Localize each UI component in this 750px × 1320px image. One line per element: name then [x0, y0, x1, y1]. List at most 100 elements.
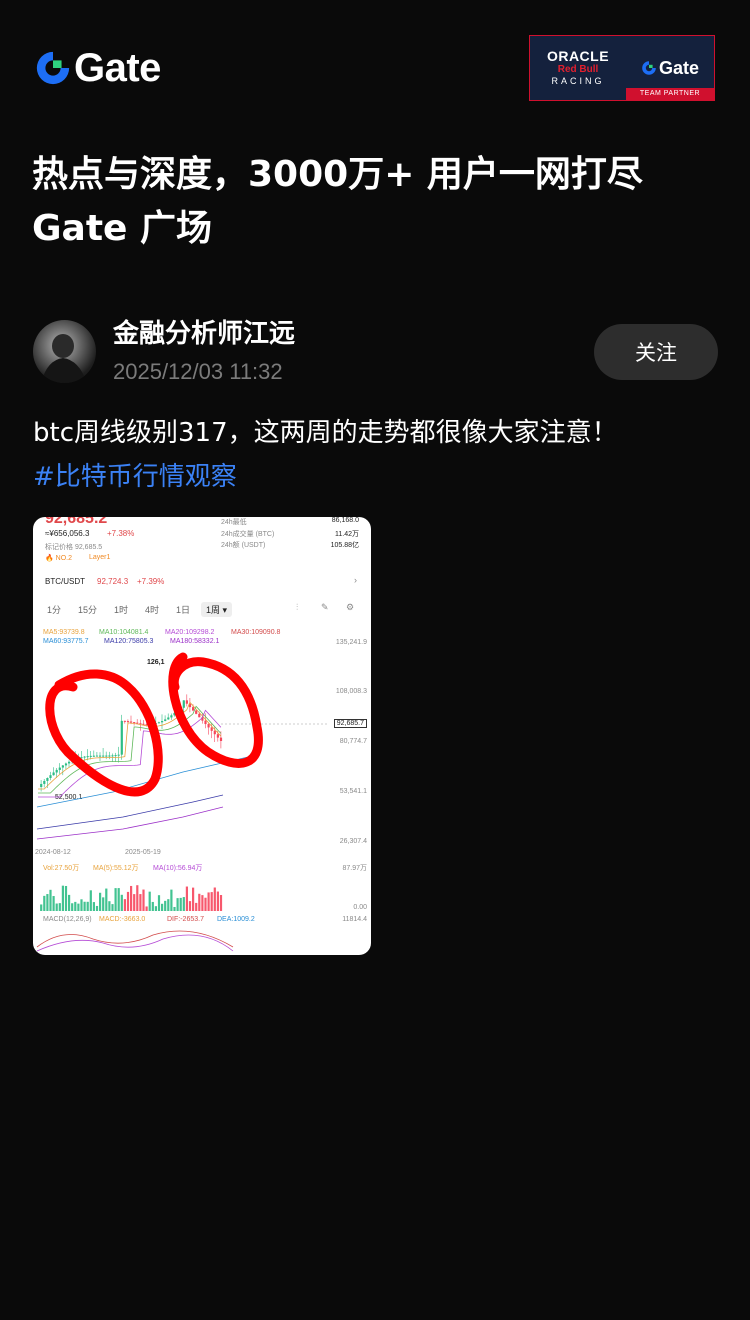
- candle-body: [117, 754, 120, 756]
- red-annotation-circle-left: [45, 669, 163, 797]
- tf-1d: 1日: [176, 605, 191, 615]
- tf-4h: 4时: [145, 605, 160, 615]
- volume-bar: [126, 891, 130, 911]
- team-partner-label: TEAM PARTNER: [626, 88, 714, 100]
- candle-body: [170, 715, 173, 718]
- volume-bar: [213, 887, 216, 911]
- volume-bar: [114, 888, 117, 911]
- candle-body: [95, 755, 99, 757]
- volume-bar: [77, 903, 80, 911]
- chevron-right-icon: ›: [354, 575, 357, 585]
- tf-15m: 15分: [78, 605, 98, 615]
- candle-body: [216, 734, 219, 738]
- chart-top-price: 92,685.2: [45, 517, 108, 527]
- red-annotation-circle-right: [168, 652, 263, 768]
- candle-body: [142, 723, 145, 725]
- indicator-icon: ⫶: [296, 602, 299, 612]
- volume-bar: [145, 906, 148, 911]
- chart-pair: BTC/USDT: [45, 577, 85, 586]
- candle-body: [46, 778, 49, 781]
- volume-bar: [64, 885, 68, 911]
- ma180-line: [36, 806, 224, 840]
- volume-bar: [167, 899, 170, 911]
- volume-bar: [173, 906, 176, 911]
- volume-bar: [182, 897, 185, 911]
- candle-body: [43, 780, 46, 784]
- post-body: btc周线级别317，这两周的走势都很像大家注意！: [33, 418, 618, 448]
- tf-1m: 1分: [47, 605, 62, 615]
- volume-bar: [148, 891, 151, 911]
- redbull-wordmark: Red Bull: [557, 64, 599, 75]
- candle-body: [130, 721, 133, 723]
- volume-bar: [46, 894, 49, 911]
- candle-body: [86, 756, 89, 758]
- volume-bar: [108, 901, 111, 911]
- candle-body: [157, 722, 161, 724]
- avatar-silhouette-icon: [41, 334, 87, 383]
- candle-body: [126, 721, 130, 723]
- candle-body: [207, 724, 210, 728]
- candle-body: [52, 772, 55, 776]
- candle-body: [167, 717, 170, 720]
- follow-button[interactable]: 关注: [594, 324, 718, 380]
- volume-bar: [192, 887, 195, 911]
- candle-body: [219, 737, 223, 741]
- post-hashtag[interactable]: #比特币行情观察: [33, 455, 237, 499]
- volume-bar: [89, 890, 92, 911]
- candle-body: [58, 767, 61, 770]
- author-avatar[interactable]: [33, 320, 96, 383]
- gate-small-logo-icon: [642, 61, 656, 75]
- volume-bar: [74, 901, 77, 911]
- page-headline: 热点与深度，3000万+ 用户一网打尽 Gate 广场: [32, 148, 722, 256]
- candle-body: [120, 720, 123, 755]
- volume-bar: [207, 892, 210, 911]
- post-image-btc-chart[interactable]: 92,685.2 ≈¥656,056.3 +7.38% 标记价格 92,685.…: [33, 517, 371, 955]
- chart-change: +7.38%: [107, 529, 135, 538]
- volume-bar: [105, 888, 108, 911]
- candle-body: [185, 700, 188, 704]
- gate-logo-icon: [36, 51, 70, 85]
- ma60-line: [36, 756, 249, 808]
- volume-bar: [157, 895, 161, 911]
- candle-body: [64, 763, 68, 766]
- stat-label-2: 24h额 (USDT): [221, 542, 266, 549]
- volume-bar: [49, 889, 52, 911]
- tf-1h: 1时: [114, 605, 129, 615]
- volume-bar: [117, 888, 120, 911]
- stat-label-0: 24h最低: [221, 519, 247, 526]
- ma120-line: [36, 794, 224, 830]
- gate-logo: Gate: [34, 48, 161, 88]
- volume-bar: [164, 900, 167, 911]
- volume-bar: [43, 895, 46, 911]
- candle-body: [192, 707, 195, 711]
- candle-body: [105, 755, 108, 757]
- team-partner-badge: ORACLE Red Bull RACING Gate TEAM PARTNER: [529, 35, 715, 101]
- volume-bar: [102, 897, 105, 911]
- volume-bar: [71, 903, 74, 911]
- candle-body: [68, 761, 71, 764]
- stat-label-1: 24h成交量 (BTC): [221, 531, 275, 538]
- candle-body: [40, 783, 43, 787]
- candle-body: [195, 710, 198, 714]
- author-name[interactable]: 金融分析师江远: [113, 317, 295, 351]
- chart-mark-price: 标记价格 92,685.5: [45, 544, 103, 551]
- volume-bar: [133, 894, 136, 911]
- volume-bar: [120, 894, 123, 911]
- candle-body: [164, 719, 167, 722]
- volume-bar: [161, 903, 164, 911]
- volume-bar: [154, 906, 157, 911]
- stat-value-1: 11.42万: [335, 531, 359, 538]
- volume-bar: [52, 896, 55, 911]
- chart-cny-price: ≈¥656,056.3: [45, 529, 90, 538]
- candle-body: [161, 721, 164, 723]
- candlestick-chart: [36, 652, 329, 952]
- volume-bar: [188, 901, 192, 911]
- volume-bar: [130, 885, 133, 911]
- volume-bar: [198, 893, 201, 911]
- volume-bar: [80, 899, 83, 911]
- candle-body: [92, 755, 95, 757]
- volume-bar: [86, 901, 89, 911]
- racing-wordmark: RACING: [551, 76, 605, 86]
- volume-bar: [185, 886, 188, 911]
- dif-line: [36, 930, 234, 948]
